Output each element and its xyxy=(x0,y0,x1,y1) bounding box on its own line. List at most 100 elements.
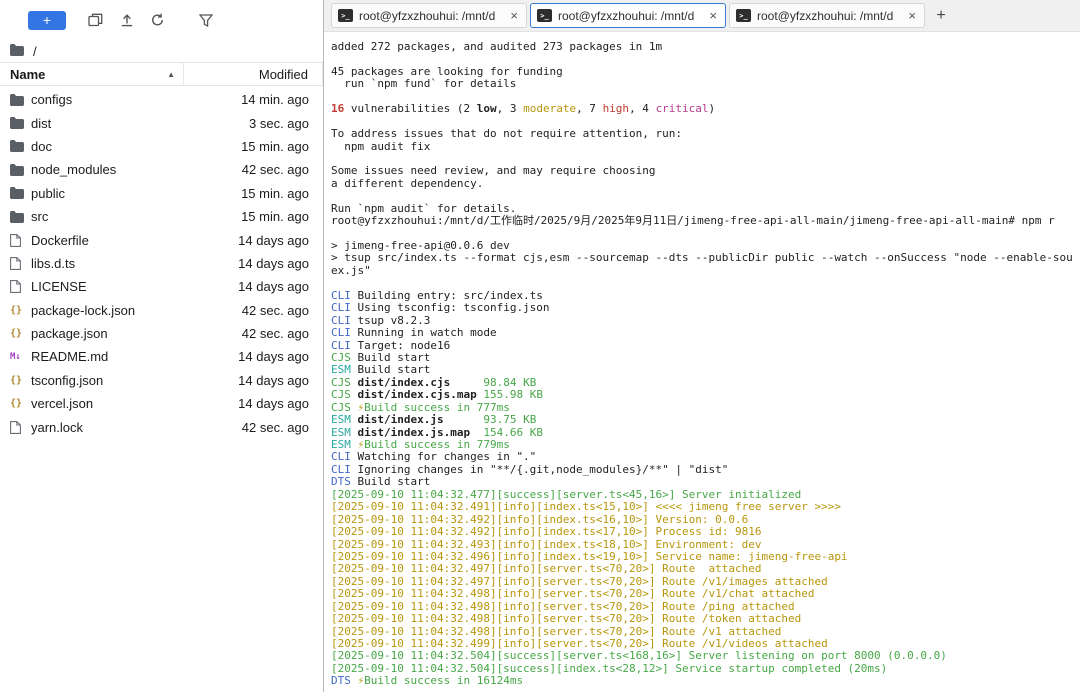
file-name: src xyxy=(31,209,241,224)
folder-icon xyxy=(10,164,31,176)
terminal-tab[interactable]: >_ root@yfzxzhouhui: /mnt/d × xyxy=(331,3,527,28)
file-name: LICENSE xyxy=(31,279,238,294)
terminal-line: run `npm fund` for details xyxy=(331,78,1080,90)
file-row[interactable]: M↓README.md14 days ago xyxy=(0,345,323,368)
terminal-line: ex.js" xyxy=(331,265,1080,277)
folder-icon xyxy=(10,117,31,129)
markdown-icon: M↓ xyxy=(10,352,31,362)
terminal-line: a different dependency. xyxy=(331,178,1080,190)
file-modified: 15 min. ago xyxy=(241,139,313,154)
file-row[interactable]: LICENSE14 days ago xyxy=(0,275,323,298)
file-row[interactable]: src15 min. ago xyxy=(0,205,323,228)
terminal-line: npm audit fix xyxy=(331,141,1080,153)
terminal-line: root@yfzxzhouhui:/mnt/d/工作临时/2025/9月/202… xyxy=(331,215,1080,227)
file-row[interactable]: {}package.json42 sec. ago xyxy=(0,322,323,345)
file-row[interactable]: configs14 min. ago xyxy=(0,88,323,111)
terminal-output[interactable]: added 272 packages, and audited 273 pack… xyxy=(324,32,1080,692)
terminal-line: CLI Ignoring changes in "**/{.git,node_m… xyxy=(331,464,1080,476)
file-name: node_modules xyxy=(31,162,242,177)
close-icon[interactable]: × xyxy=(707,8,719,23)
file-row[interactable]: {}vercel.json14 days ago xyxy=(0,392,323,415)
file-row[interactable]: node_modules42 sec. ago xyxy=(0,158,323,181)
filter-icon[interactable] xyxy=(199,14,213,27)
tab-title: root@yfzxzhouhui: /mnt/d xyxy=(757,9,900,23)
json-icon: {} xyxy=(10,328,31,339)
column-header-modified[interactable]: Modified xyxy=(184,63,323,85)
add-button[interactable]: + xyxy=(28,11,66,30)
file-name: yarn.lock xyxy=(31,420,242,435)
file-list-header: Name ▲ Modified xyxy=(0,62,323,86)
file-modified: 3 sec. ago xyxy=(249,116,313,131)
current-path-row[interactable]: / xyxy=(0,40,323,62)
file-row[interactable]: dist3 sec. ago xyxy=(0,111,323,134)
file-row[interactable]: doc15 min. ago xyxy=(0,135,323,158)
folder-icon xyxy=(10,94,31,106)
tab-title: root@yfzxzhouhui: /mnt/d xyxy=(558,9,701,23)
folder-icon xyxy=(10,211,31,223)
file-name: libs.d.ts xyxy=(31,256,238,271)
file-icon xyxy=(10,234,31,247)
file-name: Dockerfile xyxy=(31,233,238,248)
copy-icon[interactable] xyxy=(88,13,104,27)
terminal-tab[interactable]: >_ root@yfzxzhouhui: /mnt/d × xyxy=(530,3,726,28)
json-icon: {} xyxy=(10,398,31,409)
file-icon xyxy=(10,421,31,434)
tab-strip: >_ root@yfzxzhouhui: /mnt/d × >_ root@yfzxzh… xyxy=(331,3,925,28)
current-path: / xyxy=(33,44,37,59)
file-modified: 14 days ago xyxy=(238,349,313,364)
column-header-name[interactable]: Name ▲ xyxy=(0,63,184,85)
file-name: vercel.json xyxy=(31,396,238,411)
file-name: configs xyxy=(31,92,241,107)
json-icon: {} xyxy=(10,375,31,386)
file-modified: 15 min. ago xyxy=(241,209,313,224)
file-icon xyxy=(10,280,31,293)
app-window: + / Name ▲ Modified xyxy=(0,0,1080,692)
file-row[interactable]: {}package-lock.json42 sec. ago xyxy=(0,299,323,322)
terminal-line: CLI Target: node16 xyxy=(331,340,1080,352)
folder-icon xyxy=(10,187,31,199)
terminal-pane: >_ root@yfzxzhouhui: /mnt/d × >_ root@yfzxzh… xyxy=(324,0,1080,692)
close-icon[interactable]: × xyxy=(508,8,520,23)
terminal-tab[interactable]: >_ root@yfzxzhouhui: /mnt/d × xyxy=(729,3,925,28)
file-row[interactable]: public15 min. ago xyxy=(0,182,323,205)
terminal-line: CJS Build start xyxy=(331,352,1080,364)
terminal-line: > tsup src/index.ts --format cjs,esm --s… xyxy=(331,252,1080,264)
file-modified: 14 min. ago xyxy=(241,92,313,107)
folder-icon xyxy=(10,44,24,59)
file-name: public xyxy=(31,186,241,201)
terminal-icon: >_ xyxy=(338,9,353,22)
terminal-icon: >_ xyxy=(736,9,751,22)
file-modified: 14 days ago xyxy=(238,233,313,248)
terminal-line: DTS ⚡Build success in 16124ms xyxy=(331,675,1080,687)
column-name-label: Name xyxy=(10,67,45,82)
file-modified: 14 days ago xyxy=(238,256,313,271)
terminal-tab-bar: >_ root@yfzxzhouhui: /mnt/d × >_ root@yfzxzh… xyxy=(324,0,1080,32)
file-modified: 42 sec. ago xyxy=(242,162,313,177)
file-name: doc xyxy=(31,139,241,154)
file-row[interactable]: yarn.lock42 sec. ago xyxy=(0,415,323,438)
folder-icon xyxy=(10,140,31,152)
file-row[interactable]: Dockerfile14 days ago xyxy=(0,228,323,251)
upload-icon[interactable] xyxy=(120,13,134,27)
file-name: README.md xyxy=(31,349,238,364)
file-row[interactable]: {}tsconfig.json14 days ago xyxy=(0,369,323,392)
terminal-icon: >_ xyxy=(537,9,552,22)
file-modified: 42 sec. ago xyxy=(242,420,313,435)
file-name: tsconfig.json xyxy=(31,373,238,388)
new-tab-button[interactable]: + xyxy=(928,3,954,28)
json-icon: {} xyxy=(10,305,31,316)
file-modified: 42 sec. ago xyxy=(242,303,313,318)
file-modified: 14 days ago xyxy=(238,373,313,388)
file-row[interactable]: libs.d.ts14 days ago xyxy=(0,252,323,275)
file-explorer-panel: + / Name ▲ Modified xyxy=(0,0,324,692)
terminal-line: 16 vulnerabilities (2 low, 3 moderate, 7… xyxy=(331,103,1080,115)
file-name: dist xyxy=(31,116,249,131)
file-modified: 14 days ago xyxy=(238,279,313,294)
tab-title: root@yfzxzhouhui: /mnt/d xyxy=(359,9,502,23)
file-name: package.json xyxy=(31,326,242,341)
refresh-icon[interactable] xyxy=(150,13,165,27)
file-list: configs14 min. agodist3 sec. agodoc15 mi… xyxy=(0,86,323,692)
file-name: package-lock.json xyxy=(31,303,242,318)
file-toolbar: + xyxy=(0,0,323,40)
close-icon[interactable]: × xyxy=(906,8,918,23)
